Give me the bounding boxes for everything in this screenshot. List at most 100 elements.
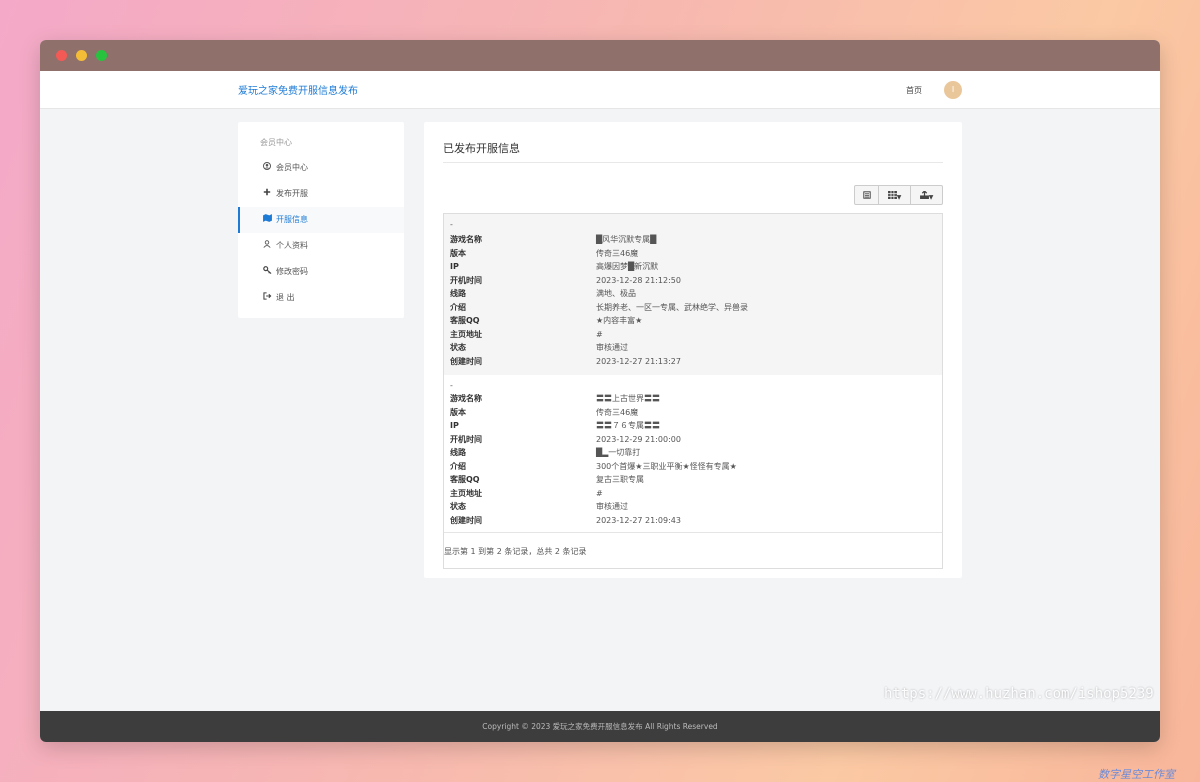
columns-toggle-button[interactable]: ▼ — [879, 185, 911, 205]
field-value: 2023-12-29 21:00:00 — [596, 434, 681, 444]
field-label: 线路 — [450, 448, 466, 457]
sidebar-item-label: 会员中心 — [276, 163, 308, 172]
url-watermark: https://www.huzhan.com/ishop5239 — [884, 686, 1154, 702]
close-window-button[interactable] — [56, 50, 67, 61]
record-dash: - — [450, 381, 453, 390]
plus-icon — [262, 181, 272, 207]
nav-home-link[interactable]: 首页 — [906, 85, 922, 96]
record-field: 客服QQ ★内容丰富★ — [450, 314, 940, 327]
sidebar-heading: 会员中心 — [260, 138, 292, 147]
table-row: - 游戏名称 █风华沉默专属█ 版本 传奇三46魔 IP 高爆因梦█新沉默 开机时间 2… — [444, 214, 942, 375]
map-icon — [262, 207, 272, 233]
record-field: 开机时间 2023-12-29 21:00:00 — [450, 433, 940, 446]
field-label: 客服QQ — [450, 316, 480, 325]
export-icon — [919, 190, 929, 199]
records-table: - 游戏名称 █风华沉默专属█ 版本 传奇三46魔 IP 高爆因梦█新沉默 开机时间 2… — [443, 213, 943, 569]
field-value: 2023-12-28 21:12:50 — [596, 275, 681, 285]
minimize-window-button[interactable] — [76, 50, 87, 61]
sidebar-item-profile[interactable]: 个人资料 — [238, 233, 404, 259]
table-row: - 游戏名称 〓〓上古世界〓〓 版本 传奇三46魔 IP 〓〓７６专属〓〓 开机时间 2… — [444, 375, 942, 533]
field-label: 状态 — [450, 343, 466, 352]
field-value: █风华沉默专属█ — [596, 235, 657, 244]
field-label: 版本 — [450, 248, 466, 258]
field-value: 复古三职专属 — [596, 475, 644, 484]
field-label: IP — [450, 421, 459, 430]
record-field: IP 高爆因梦█新沉默 — [450, 260, 940, 273]
maximize-window-button[interactable] — [96, 50, 107, 61]
field-label: 主页地址 — [450, 488, 482, 498]
field-value: 满地、极品 — [596, 289, 636, 298]
field-value: 长期养老、一区一专属、武林绝学、异兽录 — [596, 302, 748, 312]
field-value: 〓〓７６专属〓〓 — [596, 421, 660, 430]
field-value: 传奇三46魔 — [596, 248, 639, 258]
user-avatar[interactable]: I — [944, 81, 962, 99]
card-view-button[interactable] — [854, 185, 879, 205]
field-label: 创建时间 — [450, 515, 482, 525]
sidebar-item-label: 发布开服 — [276, 189, 308, 198]
key-icon — [262, 259, 272, 285]
sidebar-item-server-info[interactable]: 开服信息 — [238, 207, 404, 233]
field-value: 〓〓上古世界〓〓 — [596, 394, 660, 403]
field-value: █▂一切靠打 — [596, 448, 641, 457]
field-value: 2023-12-27 21:13:27 — [596, 356, 681, 366]
record-field: 状态 审核通过 — [450, 500, 940, 513]
field-label: 开机时间 — [450, 434, 482, 444]
sidebar-item-label: 个人资料 — [276, 241, 308, 250]
record-field: 游戏名称 █风华沉默专属█ — [450, 233, 940, 246]
title-divider — [443, 162, 943, 163]
record-field: 创建时间 2023-12-27 21:13:27 — [450, 355, 940, 368]
field-label: 介绍 — [450, 461, 466, 471]
field-label: 主页地址 — [450, 329, 482, 339]
sidebar-item-change-password[interactable]: 修改密码 — [238, 259, 404, 285]
record-field: 开机时间 2023-12-28 21:12:50 — [450, 274, 940, 287]
top-navbar: 爱玩之家免费开服信息发布 首页 I — [40, 71, 1160, 109]
window-titlebar — [40, 40, 1160, 71]
user-circle-icon — [262, 155, 272, 181]
field-label: 游戏名称 — [450, 394, 482, 403]
main-panel: 已发布开服信息 ▼ ▼ - 游戏名称 █风华沉默专属█ 版本 传奇三46魔 IP 高爆… — [424, 122, 962, 578]
field-value: ★内容丰富★ — [596, 316, 643, 325]
card-view-icon — [862, 191, 871, 199]
export-button[interactable]: ▼ — [911, 185, 943, 205]
field-value: 审核通过 — [596, 502, 628, 511]
field-value[interactable]: # — [596, 328, 603, 341]
user-icon — [262, 233, 272, 259]
field-value: 审核通过 — [596, 343, 628, 352]
sidebar-item-label: 修改密码 — [276, 267, 308, 276]
field-label: 版本 — [450, 407, 466, 417]
record-field: 版本 传奇三46魔 — [450, 247, 940, 260]
chevron-down-icon: ▼ — [928, 194, 934, 201]
table-toolbar: ▼ ▼ — [854, 185, 943, 205]
record-field: 主页地址 # — [450, 328, 940, 341]
field-value: 传奇三46魔 — [596, 407, 639, 417]
sidebar-item-publish[interactable]: 发布开服 — [238, 181, 404, 207]
record-field: 版本 传奇三46魔 — [450, 406, 940, 419]
site-brand-link[interactable]: 爱玩之家免费开服信息发布 — [238, 82, 358, 97]
field-label: 创建时间 — [450, 356, 482, 366]
page-title: 已发布开服信息 — [443, 142, 520, 155]
record-field: 介绍 300个首爆★三职业平衡★怪怪有专属★ — [450, 460, 940, 473]
field-label: 开机时间 — [450, 275, 482, 285]
chevron-down-icon: ▼ — [896, 194, 902, 201]
record-field: 主页地址 # — [450, 487, 940, 500]
field-label: 线路 — [450, 289, 466, 298]
field-label: 介绍 — [450, 302, 466, 312]
record-field: 介绍 长期养老、一区一专属、武林绝学、异兽录 — [450, 301, 940, 314]
field-label: 状态 — [450, 502, 466, 511]
sidebar-item-member-center[interactable]: 会员中心 — [238, 155, 404, 181]
field-label: IP — [450, 262, 459, 271]
columns-icon — [887, 191, 897, 199]
brand-watermark: 数字星空工作室 — [1098, 768, 1175, 781]
field-value: 300个首爆★三职业平衡★怪怪有专属★ — [596, 461, 737, 471]
sidebar-item-label: 退 出 — [276, 293, 295, 302]
sidebar-item-logout[interactable]: 退 出 — [238, 285, 404, 311]
record-field: 客服QQ 复古三职专属 — [450, 473, 940, 486]
browser-window: 爱玩之家免费开服信息发布 首页 I 会员中心 会员中心 发布开服 开服信息 个人… — [40, 40, 1160, 742]
field-label: 客服QQ — [450, 475, 480, 484]
record-field: 游戏名称 〓〓上古世界〓〓 — [450, 392, 940, 405]
record-field: 创建时间 2023-12-27 21:09:43 — [450, 514, 940, 527]
field-value[interactable]: # — [596, 487, 603, 500]
pagination-info: 显示第 1 到第 2 条记录，总共 2 条记录 — [444, 547, 587, 556]
record-field: 线路 满地、极品 — [450, 287, 940, 300]
record-field: 线路 █▂一切靠打 — [450, 446, 940, 459]
